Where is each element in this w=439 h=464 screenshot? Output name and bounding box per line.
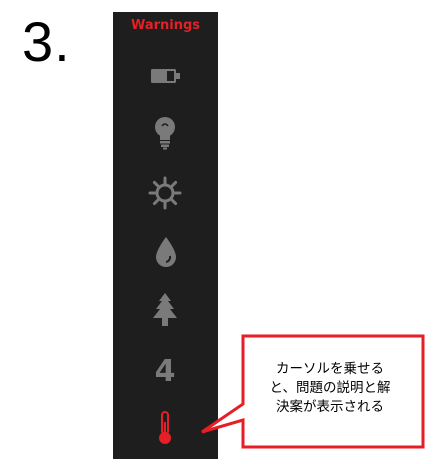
tree-icon[interactable] xyxy=(151,292,179,328)
step-number: 3. xyxy=(22,10,71,73)
svg-text:4: 4 xyxy=(155,355,176,385)
water-drop-icon[interactable] xyxy=(154,236,178,268)
warnings-panel: Warnings 4 xyxy=(113,12,218,459)
callout-line: と、問題の説明と解 xyxy=(269,380,391,396)
sun-icon[interactable] xyxy=(148,176,182,210)
battery-icon[interactable] xyxy=(150,66,182,86)
thermometer-icon[interactable] xyxy=(155,410,175,446)
lightbulb-icon[interactable] xyxy=(152,116,178,150)
number-four-icon[interactable]: 4 xyxy=(153,355,177,385)
callout-line: 決案が表示される xyxy=(276,399,384,415)
warnings-title: Warnings xyxy=(130,18,201,33)
callout-line: カーソルを乗せる xyxy=(276,361,384,377)
callout-text: カーソルを乗せる と、問題の説明と解 決案が表示される xyxy=(246,360,414,417)
